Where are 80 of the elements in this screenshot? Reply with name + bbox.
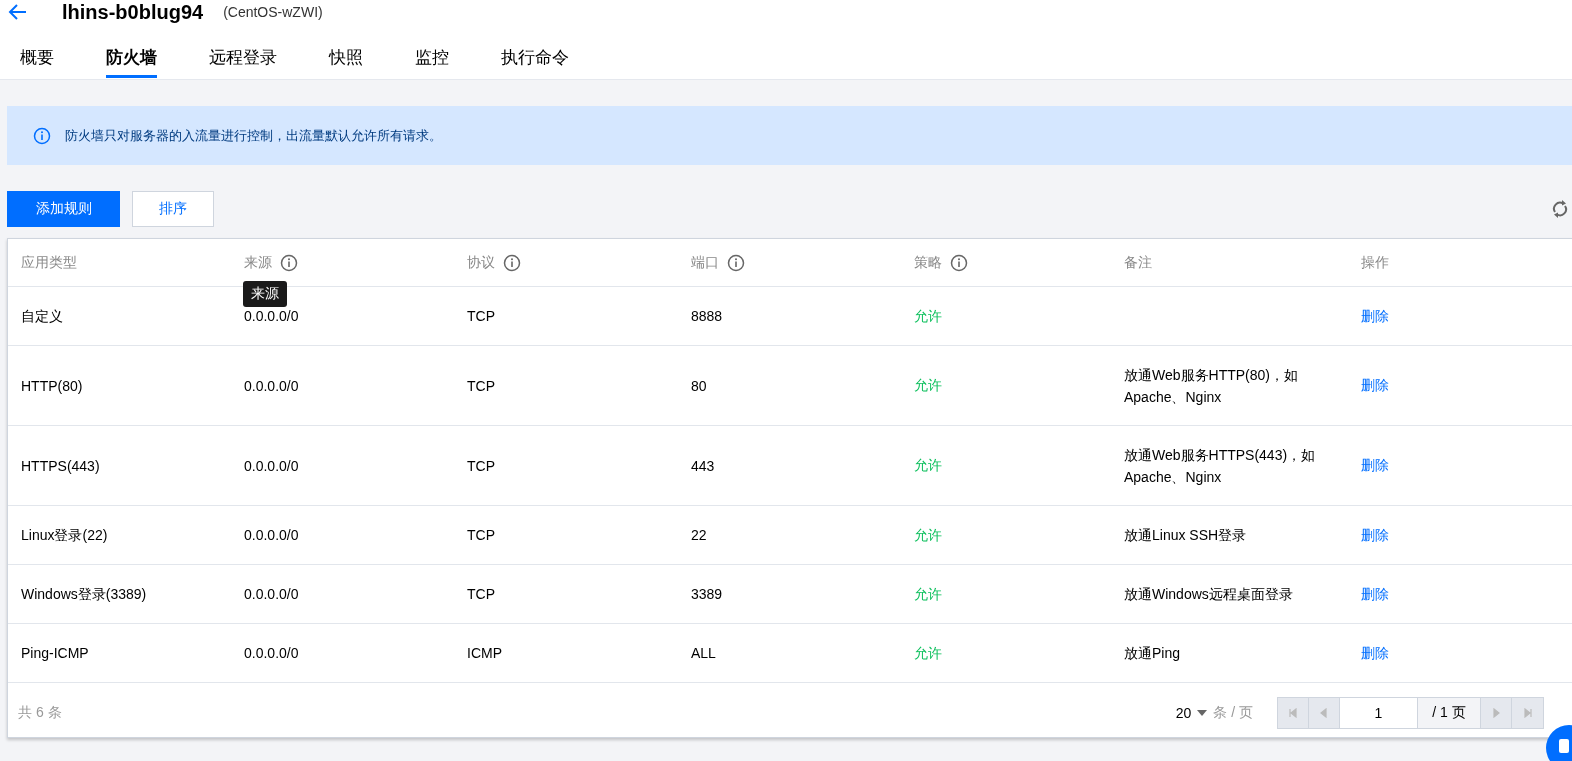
- table-cell-text: 0.0.0.0/0: [244, 644, 300, 663]
- table-cell-text: HTTPS(443): [21, 456, 101, 476]
- per-page-label: 条 / 页: [1213, 704, 1253, 722]
- table-cell-text: ICMP: [467, 644, 503, 663]
- delete-link[interactable]: 删除: [1361, 644, 1389, 661]
- prev-page-icon: [1319, 708, 1329, 718]
- table-cell-text: 放通Windows远程桌面登录: [1124, 586, 1294, 602]
- column-header: 操作: [1361, 253, 1389, 272]
- column-header: 备注: [1124, 253, 1152, 272]
- table-cell-text: 0.0.0.0/0: [244, 585, 300, 604]
- column-header: 策略: [914, 253, 942, 272]
- policy-status: 允许: [914, 377, 942, 393]
- table-cell-text: 0.0.0.0/0: [244, 307, 300, 326]
- tooltip: 来源: [243, 281, 287, 307]
- column-header: 端口: [691, 253, 719, 272]
- policy-status: 允许: [914, 644, 942, 661]
- first-page-button[interactable]: [1278, 698, 1309, 728]
- table-cell-text: TCP: [467, 376, 496, 396]
- notice-text: 防火墙只对服务器的入流量进行控制，出流量默认允许所有请求。: [65, 126, 442, 145]
- instance-subtitle: (CentOS-wZWI): [223, 4, 323, 20]
- policy-status: 允许: [914, 526, 942, 543]
- delete-link[interactable]: 删除: [1361, 307, 1389, 324]
- table-cell-text: Windows登录(3389): [21, 585, 148, 604]
- info-icon: [33, 126, 51, 145]
- page-size-select[interactable]: 20: [1175, 705, 1192, 721]
- table-cell-text: 放通Linux SSH登录: [1124, 527, 1248, 543]
- policy-status: 允许: [914, 307, 942, 324]
- sort-button[interactable]: 排序: [132, 191, 214, 227]
- delete-link[interactable]: 删除: [1361, 377, 1389, 393]
- policy-status: 允许: [914, 585, 942, 602]
- info-icon: [950, 253, 968, 272]
- info-icon: [503, 253, 521, 272]
- add-rule-button[interactable]: 添加规则: [7, 191, 120, 227]
- first-page-icon: [1288, 708, 1298, 718]
- info-icon: [727, 253, 745, 272]
- table-cell: 放通Web服务HTTPS(443)，如 Apache、Nginx: [1124, 446, 1316, 485]
- table-cell-text: Ping-ICMP: [21, 644, 90, 663]
- table-cell-text: TCP: [467, 307, 496, 326]
- table-cell-text: 自定义: [21, 307, 64, 326]
- tab[interactable]: 监控: [415, 46, 449, 78]
- table-cell-text: ALL: [691, 644, 717, 663]
- table-cell-text: TCP: [467, 456, 496, 476]
- table-cell-text: 3389: [691, 585, 724, 604]
- back-arrow-icon[interactable]: [8, 2, 28, 22]
- table-cell-text: TCP: [467, 585, 496, 604]
- tab[interactable]: 概要: [20, 46, 54, 78]
- tab[interactable]: 防火墙: [106, 46, 157, 78]
- delete-link[interactable]: 删除: [1361, 457, 1389, 473]
- table-cell-text: 0.0.0.0/0: [244, 376, 300, 396]
- delete-link[interactable]: 删除: [1361, 585, 1389, 602]
- table-cell-text: 0.0.0.0/0: [244, 456, 300, 476]
- table-cell-text: 8888: [691, 307, 724, 326]
- table-cell-text: 443: [691, 456, 716, 476]
- table-cell-text: HTTP(80): [21, 376, 84, 396]
- column-header: 应用类型: [21, 253, 77, 272]
- table-cell-text: 80: [691, 376, 708, 396]
- refresh-icon[interactable]: [1552, 200, 1568, 218]
- next-page-icon: [1491, 708, 1501, 718]
- pagination-bar[interactable]: 1 / 1 页: [1277, 697, 1544, 729]
- delete-link[interactable]: 删除: [1361, 526, 1389, 543]
- column-header: 协议: [467, 253, 495, 272]
- last-page-icon: [1522, 708, 1533, 718]
- table-cell-text: TCP: [467, 526, 496, 545]
- instance-title: lhins-b0blug94: [62, 0, 204, 24]
- page-total: / 1 页: [1418, 698, 1481, 728]
- column-header: 来源: [244, 253, 272, 272]
- policy-status: 允许: [914, 457, 942, 473]
- table-cell: 放通Web服务HTTP(80)，如 Apache、Nginx: [1124, 366, 1298, 405]
- info-icon: [280, 253, 298, 272]
- table-cell-text: 0.0.0.0/0: [244, 526, 300, 545]
- tab[interactable]: 执行命令: [501, 46, 569, 78]
- table-cell-text: 放通Ping: [1124, 645, 1182, 661]
- next-page-button[interactable]: [1481, 698, 1512, 728]
- table-cell-text: Linux登录(22): [21, 526, 109, 545]
- tab[interactable]: 远程登录: [209, 46, 277, 78]
- table-cell-text: 22: [691, 526, 708, 545]
- caret-icon: [1197, 710, 1208, 716]
- prev-page-button[interactable]: [1309, 698, 1340, 728]
- total-count: 共 6 条: [18, 704, 62, 722]
- tab[interactable]: 快照: [329, 46, 363, 78]
